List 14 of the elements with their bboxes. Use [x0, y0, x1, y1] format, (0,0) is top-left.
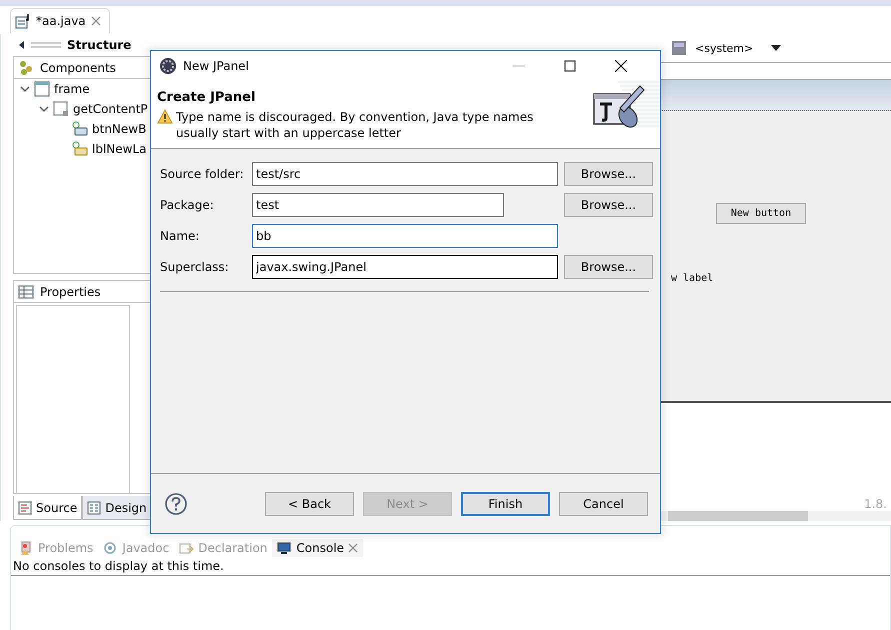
panel-title: Properties: [40, 284, 101, 298]
field-label: Package:: [160, 198, 215, 212]
window-title: New JPanel: [183, 58, 249, 72]
field-label: Superclass:: [160, 260, 230, 274]
design-label: w label: [671, 273, 714, 284]
version-text: 1.8.: [864, 497, 888, 511]
field-label: Name:: [160, 229, 200, 243]
console-message: No consoles to display at this time.: [11, 557, 890, 576]
panel-title: Components: [40, 60, 116, 74]
tab-title: *aa.java: [36, 14, 86, 28]
field-label: Source folder:: [160, 167, 245, 181]
panel-title: Structure: [67, 38, 132, 52]
warning-message: Type name is discouraged. By convention, Java type names usually start with an uppercase letter: [176, 109, 534, 141]
dialog-heading: Create JPanel: [157, 90, 256, 105]
